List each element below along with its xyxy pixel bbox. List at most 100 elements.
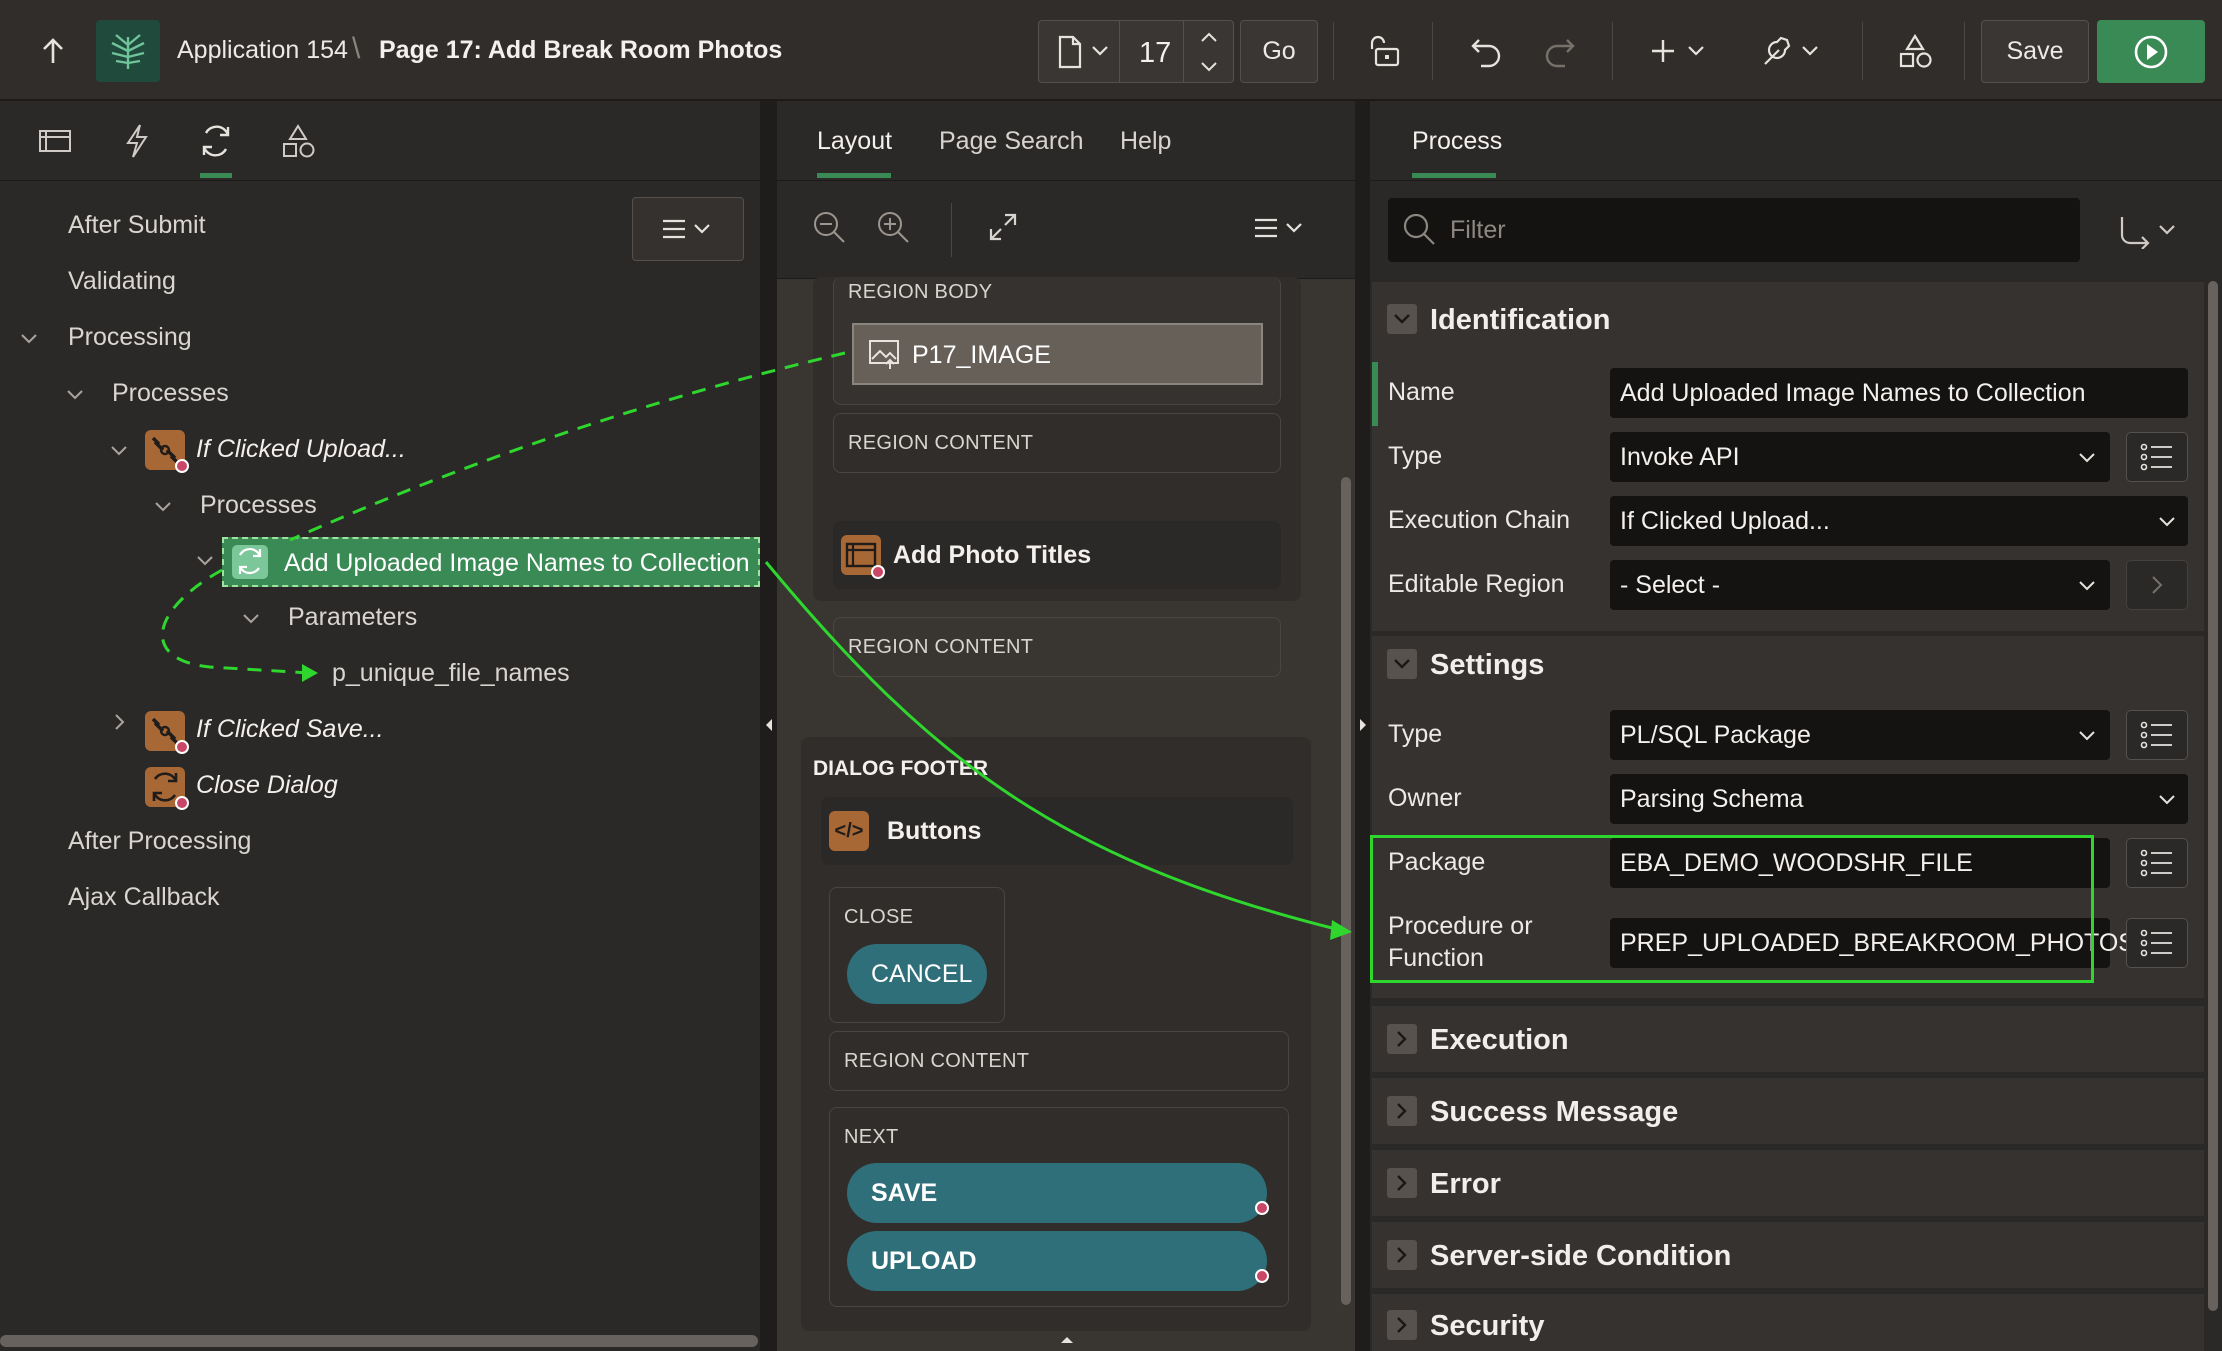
navigate-up-icon[interactable] (28, 28, 78, 74)
server-side-condition-section[interactable]: Server-side Condition (1372, 1222, 2204, 1288)
buttons-region[interactable]: </> Buttons (821, 797, 1293, 865)
tree-processes[interactable]: Processes (112, 379, 229, 408)
region-content-label: REGION CONTENT (844, 1050, 1030, 1072)
utilities-menu-button[interactable] (1752, 26, 1830, 76)
tree-if-clicked-save[interactable]: If Clicked Save... (196, 715, 384, 744)
security-section[interactable]: Security (1372, 1294, 2204, 1351)
execution-chain-select[interactable]: If Clicked Upload... (1610, 496, 2188, 546)
shared-components-tab-icon[interactable] (280, 123, 316, 159)
filter-input[interactable]: Filter (1388, 198, 2080, 262)
chevron-right-icon[interactable] (1387, 1240, 1417, 1270)
vertical-scrollbar[interactable] (2208, 281, 2218, 1311)
type-select[interactable]: Invoke API (1610, 432, 2110, 482)
collapse-bottom-icon[interactable] (1059, 1335, 1075, 1345)
error-section[interactable]: Error (1372, 1150, 2204, 1216)
settings-type-label: Type (1388, 720, 1443, 748)
tree-ajax-callback[interactable]: Ajax Callback (68, 883, 219, 912)
shared-components-icon[interactable] (1890, 26, 1940, 76)
chevron-up-icon[interactable] (1200, 31, 1218, 43)
page-number-input[interactable]: 17 (1139, 37, 1171, 70)
page-selector[interactable]: 17 (1038, 20, 1234, 83)
tree-menu-button[interactable] (632, 197, 744, 261)
chevron-down-icon[interactable] (154, 501, 172, 513)
horizontal-scrollbar[interactable] (0, 1335, 758, 1347)
go-button[interactable]: Go (1240, 20, 1318, 83)
dynamic-actions-tab-icon[interactable] (124, 123, 150, 159)
right-splitter[interactable] (1355, 101, 1370, 1351)
chevron-down-icon[interactable] (196, 555, 214, 567)
app-logo[interactable] (96, 20, 160, 82)
settings-type-select[interactable]: PL/SQL Package (1610, 710, 2110, 760)
collapse-right-icon[interactable] (1358, 717, 1368, 733)
code-icon: </> (829, 811, 869, 851)
tree-after-submit[interactable]: After Submit (68, 211, 206, 240)
chevron-right-icon[interactable] (1387, 1096, 1417, 1126)
vertical-scrollbar[interactable] (1341, 477, 1351, 1305)
tab-page-search[interactable]: Page Search (939, 127, 1084, 156)
go-to-group-icon[interactable] (2116, 215, 2178, 249)
list-icon-button[interactable] (2126, 838, 2188, 888)
rendering-tab-icon[interactable] (38, 127, 72, 155)
redo-icon[interactable] (1534, 26, 1584, 76)
zoom-in-icon[interactable] (875, 209, 911, 245)
chevron-right-icon[interactable] (1387, 1024, 1417, 1054)
region-content-label: REGION CONTENT (848, 432, 1034, 454)
upload-button[interactable]: UPLOAD (847, 1231, 1267, 1291)
tab-help[interactable]: Help (1120, 127, 1171, 156)
buttons-region-label: Buttons (887, 817, 982, 845)
processing-tab-icon[interactable] (198, 123, 234, 159)
chevron-right-icon[interactable] (114, 713, 126, 731)
tree-param-unique-file-names[interactable]: p_unique_file_names (332, 659, 570, 688)
cancel-button[interactable]: CANCEL (847, 944, 987, 1004)
save-region-button[interactable]: SAVE (847, 1163, 1267, 1223)
tree-selected-process[interactable]: Add Uploaded Image Names to Collection (222, 537, 760, 587)
name-field[interactable]: Add Uploaded Image Names to Collection (1610, 368, 2188, 418)
save-button[interactable]: Save (1981, 20, 2089, 83)
tree-validating[interactable]: Validating (68, 267, 176, 296)
editable-region-select[interactable]: - Select - (1610, 560, 2110, 610)
page-title: Page 17: Add Break Room Photos (379, 36, 783, 64)
list-icon-button[interactable] (2126, 432, 2188, 482)
tree-sub-processes[interactable]: Processes (200, 491, 317, 520)
status-dot (175, 459, 189, 473)
chevron-down-icon[interactable] (110, 445, 128, 457)
run-page-button[interactable] (2097, 20, 2205, 83)
expand-icon[interactable] (987, 211, 1019, 243)
tab-process[interactable]: Process (1412, 127, 1502, 156)
execution-section[interactable]: Execution (1372, 1006, 2204, 1072)
chevron-down-icon[interactable] (1387, 304, 1417, 334)
tree-if-clicked-upload[interactable]: If Clicked Upload... (196, 435, 406, 464)
left-splitter[interactable] (760, 101, 777, 1351)
add-photo-titles-region[interactable]: Add Photo Titles (833, 521, 1281, 589)
undo-icon[interactable] (1462, 26, 1512, 76)
tree-close-dialog[interactable]: Close Dialog (196, 771, 338, 800)
tree-processing[interactable]: Processing (68, 323, 192, 352)
tree-after-processing[interactable]: After Processing (68, 827, 251, 856)
tab-layout[interactable]: Layout (817, 127, 892, 156)
app-name[interactable]: Application 154 (177, 36, 348, 65)
create-menu-button[interactable] (1640, 26, 1718, 76)
chevron-right-icon[interactable] (1387, 1168, 1417, 1198)
list-icon-button[interactable] (2126, 918, 2188, 968)
zoom-out-icon[interactable] (811, 209, 847, 245)
chevron-down-icon[interactable] (20, 333, 38, 345)
menu-icon[interactable] (1253, 217, 1307, 239)
chevron-down-icon[interactable] (1387, 649, 1417, 679)
error-title: Error (1430, 1168, 1501, 1200)
active-tab-indicator (200, 173, 232, 178)
chevron-right-icon[interactable] (1387, 1310, 1417, 1340)
list-icon-button[interactable] (2126, 710, 2188, 760)
region-content-label: REGION CONTENT (848, 636, 1034, 658)
go-to-region-button[interactable] (2126, 560, 2188, 610)
owner-select[interactable]: Parsing Schema (1610, 774, 2188, 824)
p17-image-item[interactable]: P17_IMAGE (852, 323, 1263, 385)
chevron-down-icon[interactable] (66, 389, 84, 401)
chevron-down-icon[interactable] (242, 613, 260, 625)
lock-page-icon[interactable] (1360, 26, 1410, 76)
process-icon (232, 545, 268, 579)
region-content-slot: REGION CONTENT (829, 1031, 1289, 1091)
chevron-down-icon[interactable] (1200, 61, 1218, 73)
collapse-left-icon[interactable] (764, 717, 774, 733)
success-message-section[interactable]: Success Message (1372, 1078, 2204, 1144)
tree-parameters[interactable]: Parameters (288, 603, 417, 632)
